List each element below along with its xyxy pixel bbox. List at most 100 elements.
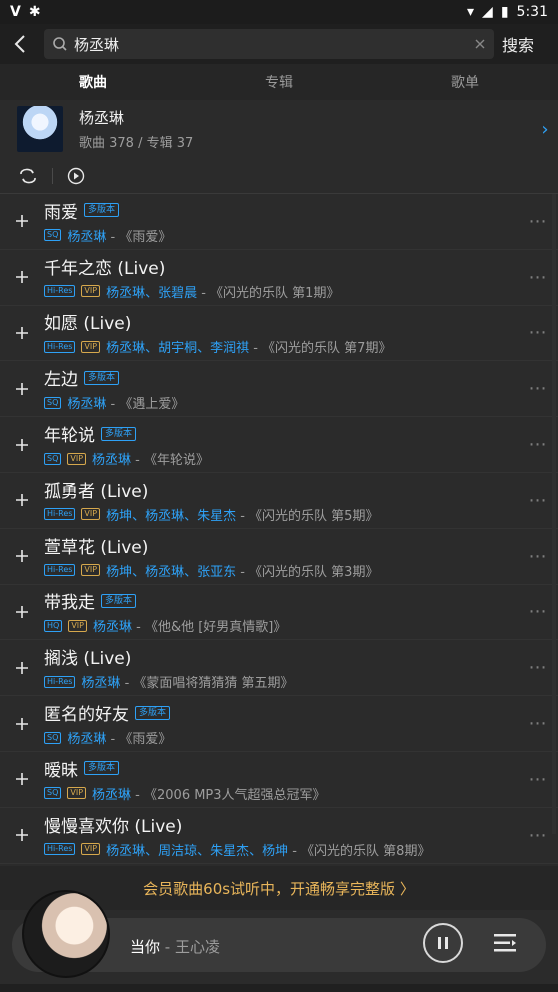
song-artists: 杨丞琳: [67, 229, 107, 245]
tab-albums[interactable]: 专辑: [186, 64, 372, 100]
playlist-icon[interactable]: [492, 932, 518, 954]
back-button[interactable]: [0, 24, 40, 64]
add-button[interactable]: [0, 493, 44, 507]
album-cover[interactable]: [22, 890, 110, 978]
song-row[interactable]: 带我走 多版本 HQ VIP 杨丞琳 - 《他&他 [好男真情歌]》 ⋯: [0, 585, 558, 641]
add-button[interactable]: [0, 382, 44, 396]
song-meta: Hi-Res VIP 杨丞琳、周洁琼、朱星杰、杨坤 - 《闪光的乐队 第8期》: [44, 840, 518, 859]
song-title-row: 暧昧 多版本: [44, 756, 518, 781]
play-all-icon[interactable]: [67, 167, 85, 185]
song-row[interactable]: 萱草花 (Live) Hi-Res VIP 杨坤、杨丞琳、张亚东 - 《闪光的乐…: [0, 529, 558, 585]
add-button[interactable]: [0, 661, 44, 675]
song-main: 暧昧 多版本 SQ VIP 杨丞琳 - 《2006 MP3人气超强总冠军》: [44, 756, 518, 803]
song-meta: HQ VIP 杨丞琳 - 《他&他 [好男真情歌]》: [44, 616, 518, 635]
pause-icon: [438, 937, 448, 949]
quality-badge: SQ: [44, 731, 62, 744]
battery-icon: ▮: [500, 4, 509, 20]
song-title: 匿名的好友: [44, 705, 129, 726]
song-main: 年轮说 多版本 SQ VIP 杨丞琳 - 《年轮说》: [44, 421, 518, 468]
plus-icon: [16, 717, 28, 730]
song-row[interactable]: 暧昧 多版本 SQ VIP 杨丞琳 - 《2006 MP3人气超强总冠军》 ⋯: [0, 752, 558, 808]
quality-badge: Hi-Res: [44, 843, 76, 856]
search-input[interactable]: [74, 35, 474, 53]
add-button[interactable]: [0, 549, 44, 563]
song-row[interactable]: 孤勇者 (Live) Hi-Res VIP 杨坤、杨丞琳、朱星杰 - 《闪光的乐…: [0, 473, 558, 529]
song-album: - 《雨爱》: [106, 732, 172, 748]
search-box[interactable]: [44, 29, 494, 59]
now-playing-separator: -: [164, 938, 175, 956]
add-button[interactable]: [0, 270, 44, 284]
song-row[interactable]: 年轮说 多版本 SQ VIP 杨丞琳 - 《年轮说》 ⋯: [0, 417, 558, 473]
song-artists-album: 杨丞琳 - 《遇上爱》: [67, 393, 184, 412]
song-artists: 杨丞琳、张碧晨: [106, 285, 198, 301]
song-row[interactable]: 搁浅 (Live) Hi-Res 杨丞琳 - 《蒙面唱将猜猜猜 第五期》 ⋯: [0, 640, 558, 697]
song-main: 带我走 多版本 HQ VIP 杨丞琳 - 《他&他 [好男真情歌]》: [44, 588, 518, 635]
now-playing-artist: 王心凌: [174, 938, 220, 956]
song-title: 年轮说: [44, 426, 95, 447]
scrollbar[interactable]: [552, 194, 556, 834]
song-title-row: 孤勇者 (Live): [44, 477, 518, 502]
song-main: 搁浅 (Live) Hi-Res 杨丞琳 - 《蒙面唱将猜猜猜 第五期》: [44, 644, 518, 691]
song-artists-album: 杨丞琳、周洁琼、朱星杰、杨坤 - 《闪光的乐队 第8期》: [106, 840, 430, 859]
control-divider: [52, 167, 53, 184]
vip-badge: VIP: [81, 564, 101, 577]
song-row[interactable]: 匿名的好友 多版本 SQ 杨丞琳 - 《雨爱》 ⋯: [0, 696, 558, 752]
song-artists-album: 杨坤、杨丞琳、朱星杰 - 《闪光的乐队 第5期》: [106, 505, 378, 524]
song-title-row: 匿名的好友 多版本: [44, 700, 518, 725]
quality-badge: Hi-Res: [44, 508, 76, 521]
song-meta: SQ VIP 杨丞琳 - 《年轮说》: [44, 449, 518, 468]
multi-version-badge: 多版本: [84, 203, 120, 218]
song-album: - 《雨爱》: [106, 229, 172, 245]
song-row[interactable]: 如愿 (Live) Hi-Res VIP 杨丞琳、胡宇桐、李润祺 - 《闪光的乐…: [0, 306, 558, 362]
song-artists: 杨坤、杨丞琳、朱星杰: [106, 508, 237, 524]
song-artists-album: 杨坤、杨丞琳、张亚东 - 《闪光的乐队 第3期》: [106, 561, 378, 580]
tab-songs[interactable]: 歌曲: [0, 64, 186, 100]
add-button[interactable]: [0, 772, 44, 786]
add-button[interactable]: [0, 438, 44, 452]
tab-playlists[interactable]: 歌单: [372, 64, 558, 100]
song-title: 带我走: [44, 593, 95, 614]
song-row[interactable]: 千年之恋 (Live) Hi-Res VIP 杨丞琳、张碧晨 - 《闪光的乐队 …: [0, 250, 558, 306]
song-album: - 《2006 MP3人气超强总冠军》: [131, 787, 326, 803]
song-title-row: 搁浅 (Live): [44, 644, 518, 669]
vip-badge: VIP: [81, 340, 101, 353]
artist-card[interactable]: 杨丞琳 歌曲 378 / 专辑 37 ›: [0, 100, 558, 158]
song-artists-album: 杨丞琳 - 《蒙面唱将猜猜猜 第五期》: [81, 672, 293, 691]
multi-version-badge: 多版本: [135, 705, 171, 720]
artist-name: 杨丞琳: [79, 109, 125, 127]
song-row[interactable]: 左边 多版本 SQ 杨丞琳 - 《遇上爱》 ⋯: [0, 361, 558, 418]
add-button[interactable]: [0, 828, 44, 842]
quality-badge: SQ: [44, 229, 62, 242]
quality-badge: HQ: [44, 619, 63, 632]
song-row[interactable]: 慢慢喜欢你 (Live) Hi-Res VIP 杨丞琳、周洁琼、朱星杰、杨坤 -…: [0, 808, 558, 864]
song-meta: SQ 杨丞琳 - 《雨爱》: [44, 226, 518, 245]
song-title-row: 雨爱 多版本: [44, 198, 518, 223]
song-meta: Hi-Res VIP 杨坤、杨丞琳、朱星杰 - 《闪光的乐队 第5期》: [44, 505, 518, 524]
song-meta: SQ 杨丞琳 - 《雨爱》: [44, 728, 518, 747]
vip-badge: VIP: [67, 452, 87, 465]
add-button[interactable]: [0, 605, 44, 619]
multi-version-badge: 多版本: [101, 426, 137, 441]
song-artists-album: 杨丞琳 - 《2006 MP3人气超强总冠军》: [92, 784, 326, 803]
search-button[interactable]: 搜索: [502, 32, 534, 56]
clear-icon[interactable]: [474, 38, 486, 50]
plus-icon: [16, 326, 28, 339]
loop-icon[interactable]: [18, 168, 38, 184]
bottom-nav: [0, 984, 558, 992]
add-button[interactable]: [0, 214, 44, 228]
song-row[interactable]: 雨爱 多版本 SQ 杨丞琳 - 《雨爱》 ⋯: [0, 194, 558, 250]
vip-badge: VIP: [81, 508, 101, 521]
song-artists-album: 杨丞琳、张碧晨 - 《闪光的乐队 第1期》: [106, 282, 339, 301]
song-artists: 杨丞琳、周洁琼、朱星杰、杨坤: [106, 843, 289, 859]
song-title-row: 萱草花 (Live): [44, 533, 518, 558]
song-title: 千年之恋 (Live): [44, 258, 166, 279]
song-album: - 《闪光的乐队 第8期》: [288, 843, 431, 859]
add-button[interactable]: [0, 717, 44, 731]
pause-button[interactable]: [423, 923, 463, 963]
now-playing-title: 当你: [130, 938, 161, 956]
add-button[interactable]: [0, 326, 44, 340]
song-artists: 杨丞琳: [67, 732, 107, 748]
song-artists-album: 杨丞琳 - 《他&他 [好男真情歌]》: [93, 616, 286, 635]
search-icon: [53, 37, 67, 51]
song-meta: Hi-Res VIP 杨坤、杨丞琳、张亚东 - 《闪光的乐队 第3期》: [44, 561, 518, 580]
